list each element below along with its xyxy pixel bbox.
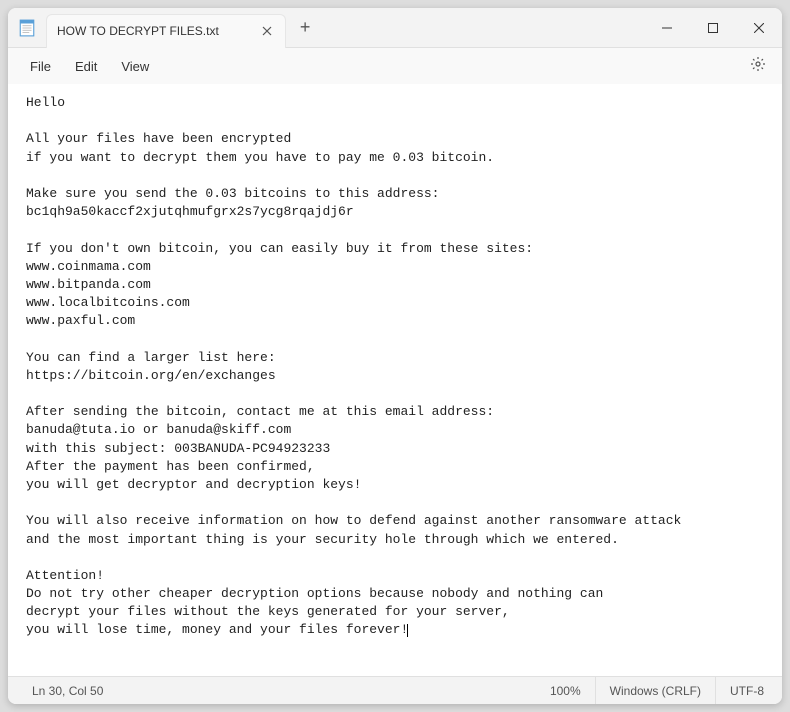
maximize-button[interactable]: [690, 8, 736, 48]
cursor-position: Ln 30, Col 50: [12, 677, 536, 704]
close-tab-icon[interactable]: [259, 23, 275, 39]
menu-edit[interactable]: Edit: [63, 55, 109, 78]
file-tab[interactable]: HOW TO DECRYPT FILES.txt: [46, 14, 286, 48]
text-content-area[interactable]: Hello All your files have been encrypted…: [8, 84, 782, 676]
encoding[interactable]: UTF-8: [716, 677, 778, 704]
close-window-button[interactable]: [736, 8, 782, 48]
text-content: Hello All your files have been encrypted…: [26, 95, 681, 637]
text-cursor: [407, 624, 408, 637]
settings-button[interactable]: [744, 52, 772, 81]
notepad-window: HOW TO DECRYPT FILES.txt + File Edit Vie…: [8, 8, 782, 704]
tab-title: HOW TO DECRYPT FILES.txt: [57, 24, 219, 38]
line-ending[interactable]: Windows (CRLF): [596, 677, 716, 704]
notepad-icon: [18, 19, 36, 37]
window-controls: [644, 8, 782, 48]
menu-view[interactable]: View: [109, 55, 161, 78]
titlebar: HOW TO DECRYPT FILES.txt +: [8, 8, 782, 48]
menu-file[interactable]: File: [18, 55, 63, 78]
menubar: File Edit View: [8, 48, 782, 84]
minimize-button[interactable]: [644, 8, 690, 48]
zoom-level[interactable]: 100%: [536, 677, 596, 704]
new-tab-button[interactable]: +: [286, 17, 325, 38]
statusbar: Ln 30, Col 50 100% Windows (CRLF) UTF-8: [8, 676, 782, 704]
